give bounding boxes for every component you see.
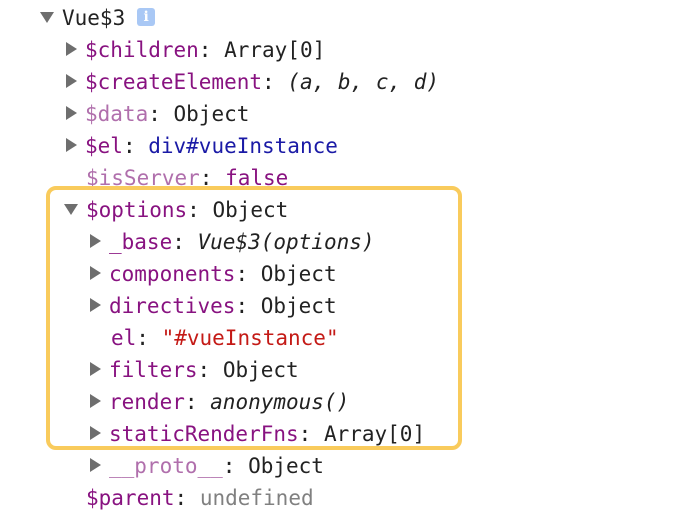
tree-item-options-directives[interactable]: directives: Object (90, 290, 337, 322)
collapsed-triangle-icon[interactable] (90, 394, 101, 408)
property-key: el (111, 326, 137, 350)
collapsed-triangle-icon[interactable] (90, 362, 101, 376)
tree-item-options-el: el: "#vueInstance" (111, 326, 339, 350)
property-key: __proto__ (109, 454, 223, 478)
tree-item-options-base[interactable]: _base: Vue$3(options) (90, 226, 375, 258)
property-key: $parent (86, 486, 175, 510)
property-value: Vue$3(options) (197, 230, 375, 254)
property-value[interactable]: div#vueInstance (148, 134, 338, 158)
property-key: render (109, 390, 185, 414)
tree-item-options-render[interactable]: render: anonymous() (90, 386, 349, 418)
property-value: undefined (199, 486, 314, 510)
property-key: $options (86, 198, 188, 222)
property-key: _base (109, 230, 173, 254)
tree-item-create-element[interactable]: $createElement: (a, b, c, d) (66, 66, 439, 98)
info-icon[interactable]: i (137, 8, 156, 26)
property-value: Array[0] (224, 38, 326, 62)
tree-item-data[interactable]: $data: Object (66, 98, 249, 130)
tree-item-options[interactable]: $options: Object (64, 194, 288, 226)
collapsed-triangle-icon[interactable] (66, 106, 77, 120)
tree-item-options-components[interactable]: components: Object (90, 258, 337, 290)
property-value: Object (212, 198, 289, 222)
property-value: Object (222, 358, 299, 382)
property-key: staticRenderFns (109, 422, 299, 446)
root-label: Vue$3 (62, 6, 126, 30)
collapsed-triangle-icon[interactable] (90, 298, 101, 312)
property-key: $data (85, 102, 149, 126)
tree-item-options-static-render-fns[interactable]: staticRenderFns: Array[0] (90, 418, 425, 450)
collapsed-triangle-icon[interactable] (66, 138, 77, 152)
property-key: $children (85, 38, 199, 62)
property-key: directives (109, 294, 236, 318)
tree-item-options-proto[interactable]: __proto__: Object (90, 450, 324, 482)
property-value: (a, b, c, d) (287, 70, 440, 94)
property-key: components (109, 262, 236, 286)
tree-item-children[interactable]: $children: Array[0] (66, 34, 325, 66)
collapsed-triangle-icon[interactable] (90, 426, 101, 440)
property-key: $createElement (85, 70, 263, 94)
collapsed-triangle-icon[interactable] (90, 458, 101, 472)
tree-item-options-filters[interactable]: filters: Object (90, 354, 299, 386)
tree-item-parent: $parent: undefined (86, 486, 314, 510)
collapsed-triangle-icon[interactable] (66, 42, 77, 56)
tree-root-vue[interactable]: Vue$3 i (40, 2, 156, 34)
expanded-triangle-icon[interactable] (40, 11, 54, 23)
tree-item-el[interactable]: $el: div#vueInstance (66, 130, 338, 162)
property-value: Object (173, 102, 250, 126)
collapsed-triangle-icon[interactable] (90, 266, 101, 280)
expanded-triangle-icon[interactable] (64, 203, 78, 215)
property-value: anonymous() (210, 390, 350, 414)
property-key: filters (109, 358, 198, 382)
property-key: $isServer (86, 166, 200, 190)
property-value: Object (248, 454, 324, 478)
property-value: Object (260, 262, 337, 286)
collapsed-triangle-icon[interactable] (66, 74, 77, 88)
property-value: Object (260, 294, 337, 318)
tree-item-is-server: $isServer: false (86, 166, 289, 190)
property-value: false (225, 166, 289, 190)
collapsed-triangle-icon[interactable] (90, 234, 101, 248)
property-value: Array[0] (323, 422, 426, 446)
property-key: $el (85, 134, 123, 158)
property-value: "#vueInstance" (161, 326, 339, 350)
